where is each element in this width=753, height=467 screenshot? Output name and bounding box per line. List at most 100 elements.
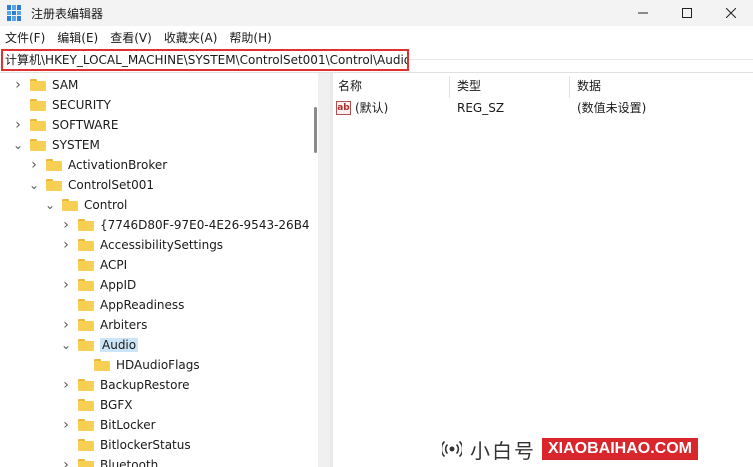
chevron-right-icon[interactable]: ›: [60, 315, 72, 335]
tree-item-label: AppReadiness: [100, 298, 185, 312]
folder-icon: [78, 259, 94, 271]
menu-help[interactable]: 帮助(H): [223, 28, 277, 48]
tree-item-label: Audio: [100, 338, 139, 352]
chevron-down-icon[interactable]: ⌄: [60, 335, 72, 355]
value-name: (默认): [355, 101, 389, 115]
registry-tree[interactable]: › SAM SECURITY › SOFTWARE ⌄ SYSTEM › ActivationB…: [0, 73, 330, 467]
tree-scrollbar-thumb[interactable]: [314, 107, 317, 153]
folder-icon: [78, 439, 94, 451]
folder-icon: [78, 399, 94, 411]
column-divider[interactable]: [569, 76, 570, 98]
folder-icon: [30, 79, 46, 91]
tree-item-label: HDAudioFlags: [116, 358, 200, 372]
ab-string-icon: ab: [336, 101, 351, 115]
tree-item[interactable]: AppReadiness: [60, 295, 184, 315]
tree-item[interactable]: SECURITY: [12, 95, 111, 115]
menu-favorites[interactable]: 收藏夹(A): [158, 28, 224, 48]
chevron-right-icon[interactable]: ›: [60, 215, 72, 235]
expander-placeholder: [60, 255, 72, 275]
folder-icon: [30, 99, 46, 111]
folder-icon: [78, 319, 94, 331]
maximize-icon: [682, 8, 692, 18]
value-data: (数值未设置): [577, 101, 647, 115]
column-divider[interactable]: [449, 76, 450, 98]
maximize-button[interactable]: [665, 0, 709, 26]
tree-item[interactable]: BitlockerStatus: [60, 435, 191, 455]
tree-item[interactable]: › AppID: [60, 275, 136, 295]
tree-item-label: BitlockerStatus: [100, 438, 191, 452]
tree-item-label: SOFTWARE: [52, 118, 119, 132]
chevron-right-icon[interactable]: ›: [60, 235, 72, 255]
values-pane[interactable]: 名称 类型 数据 ab (默认) REG_SZ (数值未设置): [333, 73, 753, 467]
watermark-banner: 小白号 XIAOBAIHAO.COM: [438, 431, 753, 467]
tree-item-label: BGFX: [100, 398, 133, 412]
window-title: 注册表编辑器: [31, 6, 104, 21]
tree-item[interactable]: ⌄ Audio: [60, 335, 139, 355]
folder-icon: [46, 179, 62, 191]
tree-item[interactable]: › ActivationBroker: [28, 155, 167, 175]
column-header-type[interactable]: 类型: [457, 76, 481, 96]
tree-item-label: ActivationBroker: [68, 158, 168, 172]
tree-item[interactable]: › Bluetooth: [60, 455, 158, 467]
chevron-right-icon[interactable]: ›: [60, 455, 72, 467]
tree-item-label: ControlSet001: [68, 178, 154, 192]
folder-icon: [62, 199, 78, 211]
folder-icon: [78, 379, 94, 391]
expander-placeholder: [76, 355, 88, 375]
title-bar: 注册表编辑器: [0, 0, 753, 26]
expander-placeholder: [60, 395, 72, 415]
chevron-down-icon[interactable]: ⌄: [12, 135, 24, 155]
tree-item[interactable]: › AccessibilitySettings: [60, 235, 223, 255]
folder-icon: [78, 219, 94, 231]
folder-icon: [78, 339, 94, 351]
menu-view[interactable]: 查看(V): [104, 28, 158, 48]
tree-item-label: AppID: [100, 278, 137, 292]
tree-item[interactable]: ACPI: [60, 255, 127, 275]
tree-item[interactable]: ⌄ Control: [44, 195, 127, 215]
tree-item-label: SAM: [52, 78, 79, 92]
value-row[interactable]: ab (默认) REG_SZ (数值未设置): [333, 98, 753, 118]
tree-item[interactable]: › BackupRestore: [60, 375, 190, 395]
menu-file[interactable]: 文件(F): [0, 28, 51, 48]
folder-icon: [78, 459, 94, 467]
tree-item-label: BitLocker: [100, 418, 156, 432]
tree-scrollbar-track[interactable]: [318, 73, 330, 467]
tree-item[interactable]: › Arbiters: [60, 315, 147, 335]
tree-item[interactable]: › SOFTWARE: [12, 115, 118, 135]
address-bar-extension: [409, 59, 753, 60]
column-header-data[interactable]: 数据: [577, 76, 601, 96]
tree-item-label: Control: [84, 198, 128, 212]
tree-item-label: AccessibilitySettings: [100, 238, 224, 252]
tree-item[interactable]: › BitLocker: [60, 415, 156, 435]
tree-item[interactable]: HDAudioFlags: [76, 355, 200, 375]
folder-icon: [78, 419, 94, 431]
tree-item-label: Arbiters: [100, 318, 148, 332]
folder-icon: [46, 159, 62, 171]
tree-item[interactable]: ⌄ ControlSet001: [28, 175, 154, 195]
tree-item[interactable]: ⌄ SYSTEM: [12, 135, 100, 155]
chevron-down-icon[interactable]: ⌄: [28, 175, 40, 195]
chevron-right-icon[interactable]: ›: [12, 75, 24, 95]
watermark-url: XIAOBAIHAO.COM: [542, 438, 698, 460]
tree-item[interactable]: › {7746D80F-97E0-4E26-9543-26B4: [60, 215, 309, 235]
chevron-right-icon[interactable]: ›: [60, 375, 72, 395]
minimize-button[interactable]: [621, 0, 665, 26]
minimize-icon: [638, 12, 648, 14]
value-type: REG_SZ: [457, 101, 505, 115]
tree-item-label: ACPI: [100, 258, 128, 272]
tree-item-label: Bluetooth: [100, 458, 159, 467]
chevron-right-icon[interactable]: ›: [28, 155, 40, 175]
expander-placeholder: [60, 435, 72, 455]
menu-edit[interactable]: 编辑(E): [51, 28, 104, 48]
folder-icon: [30, 119, 46, 131]
tree-item[interactable]: BGFX: [60, 395, 132, 415]
close-button[interactable]: [709, 0, 753, 26]
chevron-right-icon[interactable]: ›: [60, 275, 72, 295]
chevron-down-icon[interactable]: ⌄: [44, 195, 56, 215]
chevron-right-icon[interactable]: ›: [12, 115, 24, 135]
chevron-right-icon[interactable]: ›: [60, 415, 72, 435]
tree-item[interactable]: › SAM: [12, 75, 78, 95]
address-bar[interactable]: 计算机\HKEY_LOCAL_MACHINE\SYSTEM\ControlSet…: [1, 49, 409, 71]
column-header-name[interactable]: 名称: [338, 76, 362, 96]
tree-item-label: BackupRestore: [100, 378, 190, 392]
